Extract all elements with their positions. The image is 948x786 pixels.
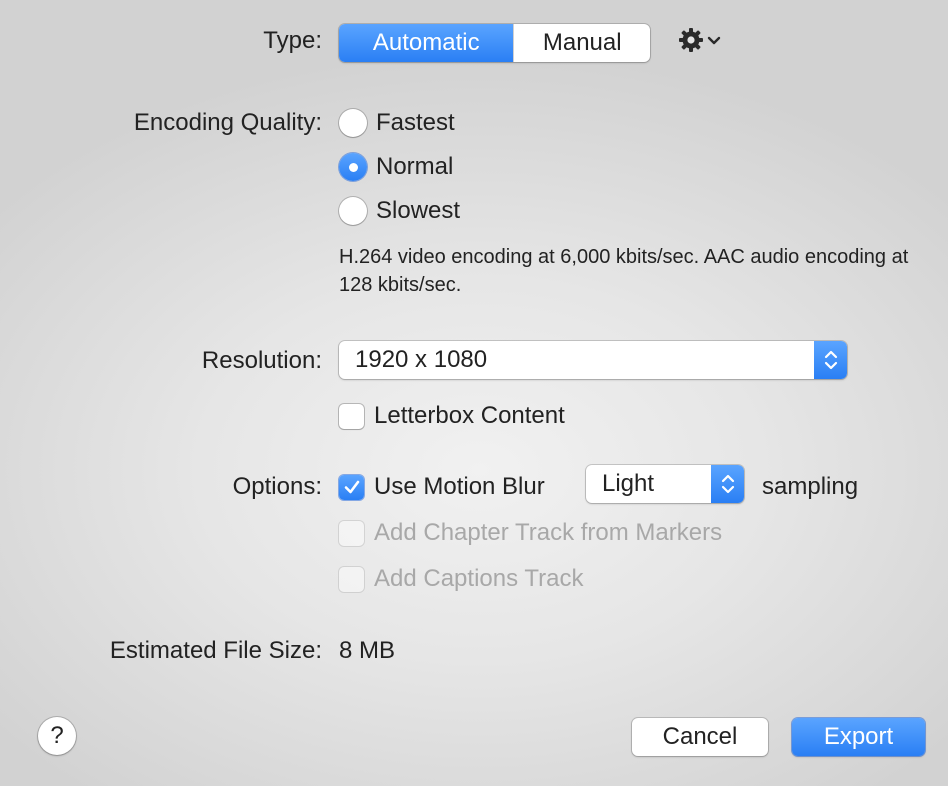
- sampling-suffix: sampling: [762, 473, 859, 500]
- motion-blur-checkbox-row[interactable]: Use Motion Blur: [339, 472, 545, 502]
- file-size-label: Estimated File Size:: [109, 637, 322, 664]
- captions-track-label: Add Captions Track: [374, 565, 584, 592]
- chapter-track-checkbox[interactable]: [339, 520, 364, 546]
- resolution-popup[interactable]: 1920 x 1080: [339, 341, 847, 379]
- radio-fastest-label: Fastest: [376, 109, 455, 136]
- export-button[interactable]: Export: [792, 718, 925, 756]
- radio-normal-label: Normal: [376, 153, 454, 180]
- gear-menu-button[interactable]: [678, 27, 726, 58]
- radio-slowest-button[interactable]: [339, 197, 367, 225]
- chapter-track-label: Add Chapter Track from Markers: [374, 519, 723, 546]
- encoding-description: H.264 video encoding at 6,000 kbits/sec.…: [339, 246, 909, 296]
- letterbox-checkbox-row[interactable]: Letterbox Content: [339, 401, 565, 431]
- file-size-value: 8 MB: [339, 637, 396, 664]
- updown-arrows-icon: [814, 341, 847, 379]
- radio-slowest-label: Slowest: [376, 197, 461, 224]
- help-icon: ?: [50, 722, 64, 749]
- chevron-down-icon: [707, 33, 721, 51]
- captions-track-checkbox[interactable]: [339, 566, 364, 592]
- captions-track-checkbox-row[interactable]: Add Captions Track: [339, 564, 583, 594]
- letterbox-checkbox[interactable]: [339, 403, 364, 429]
- help-button[interactable]: ?: [38, 717, 76, 755]
- radio-fastest[interactable]: Fastest: [339, 108, 455, 138]
- letterbox-label: Letterbox Content: [374, 402, 565, 429]
- type-label: Type:: [263, 27, 322, 54]
- radio-normal-button[interactable]: [339, 153, 367, 181]
- resolution-label: Resolution:: [201, 347, 322, 374]
- radio-slowest[interactable]: Slowest: [339, 196, 460, 226]
- type-segmented-control: Automatic Manual: [339, 24, 650, 62]
- updown-arrows-icon: [711, 465, 744, 503]
- motion-blur-checkbox[interactable]: [339, 474, 364, 500]
- type-manual-segment[interactable]: Manual: [513, 24, 650, 62]
- sampling-value: Light: [602, 470, 655, 497]
- radio-normal[interactable]: Normal: [339, 152, 453, 182]
- radio-fastest-button[interactable]: [339, 109, 367, 137]
- checkmark-icon: [344, 480, 359, 494]
- sampling-popup[interactable]: Light: [586, 465, 744, 503]
- resolution-value: 1920 x 1080: [355, 346, 488, 373]
- encoding-quality-label: Encoding Quality:: [133, 109, 322, 136]
- options-label: Options:: [232, 473, 322, 500]
- cancel-button[interactable]: Cancel: [632, 718, 768, 756]
- motion-blur-label: Use Motion Blur: [374, 473, 545, 500]
- export-dialog: Type: Automatic Manual Encoding Quality:…: [0, 0, 948, 786]
- gear-icon: [678, 27, 704, 58]
- chapter-track-checkbox-row[interactable]: Add Chapter Track from Markers: [339, 518, 722, 548]
- type-automatic-segment[interactable]: Automatic: [339, 24, 514, 62]
